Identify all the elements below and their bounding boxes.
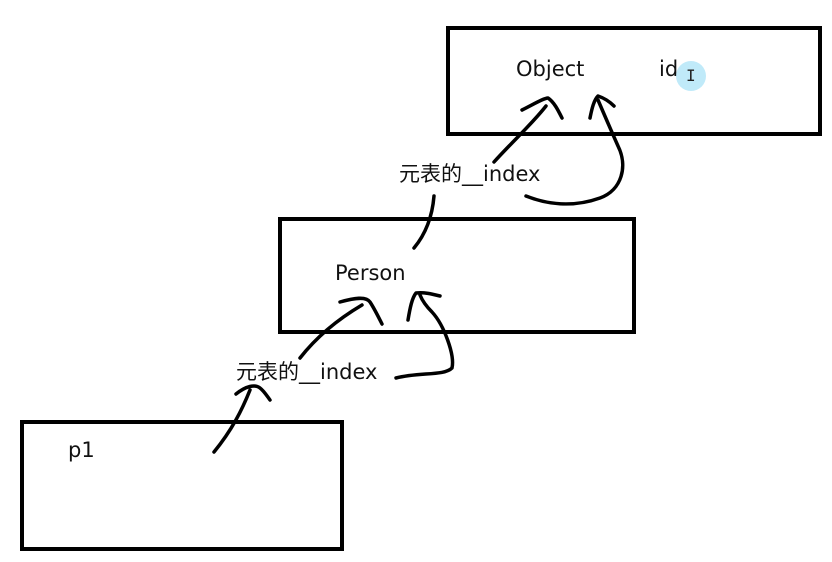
arrows-layer <box>212 94 625 454</box>
arrow-object-index-loop <box>524 98 625 206</box>
arrow-lower-label-to-person <box>298 303 364 360</box>
arrow-upper-label-to-object <box>492 104 548 164</box>
arrow-person-to-metatable <box>412 194 436 250</box>
diagram-canvas: Object id Person p1 元表的__index 元表的__inde… <box>0 0 832 562</box>
arrowhead-upper-label-to-object <box>520 96 564 120</box>
text-cursor-icon: I <box>686 66 696 85</box>
arrowhead-lower-label-to-person <box>338 296 384 326</box>
arrow-person-index-loop <box>394 293 455 380</box>
arrowhead-p1-to-metatable <box>234 384 272 402</box>
arrow-p1-to-metatable <box>212 388 252 454</box>
